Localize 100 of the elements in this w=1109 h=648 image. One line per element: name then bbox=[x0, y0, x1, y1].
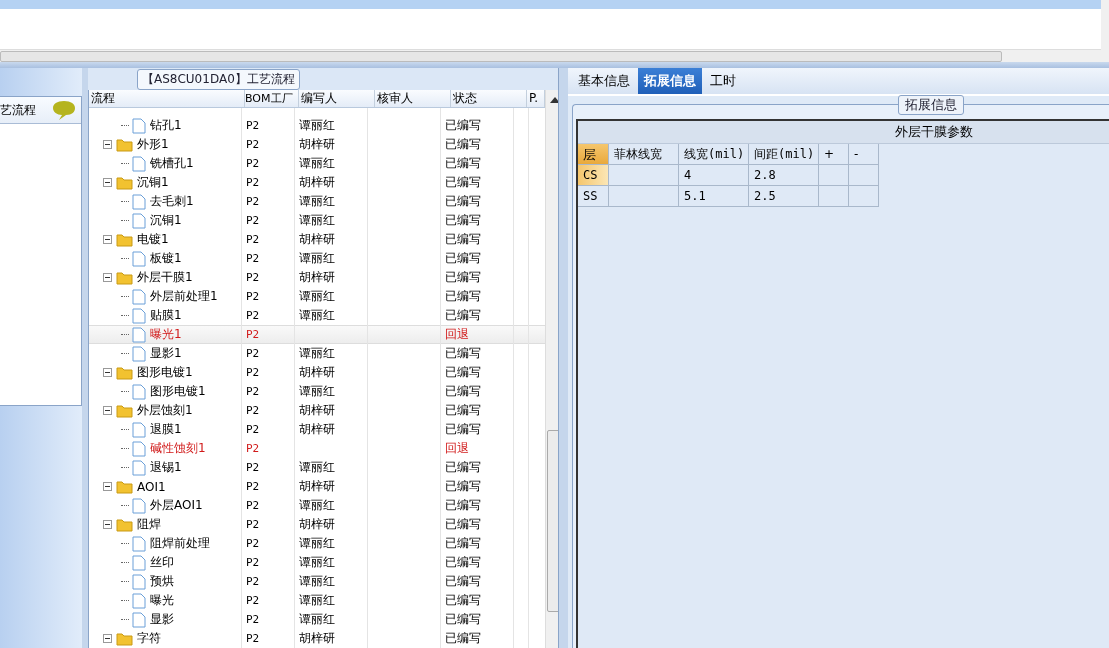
column-header[interactable]: 流程 bbox=[89, 90, 245, 107]
table-cell[interactable]: 4 bbox=[679, 165, 749, 186]
folder-icon bbox=[116, 270, 133, 285]
tree-label: 贴膜1 bbox=[150, 307, 182, 324]
tree-row[interactable]: 外层蚀刻1 P2 胡梓研 已编写 bbox=[89, 401, 545, 420]
table-cell: 已编写 bbox=[445, 573, 481, 590]
column-header[interactable]: + bbox=[819, 144, 849, 165]
tree-label: 曝光 bbox=[150, 592, 174, 609]
tree-row[interactable]: 钻孔1 P2 谭丽红 已编写 bbox=[89, 116, 545, 135]
tree-label: 钻孔1 bbox=[150, 117, 182, 134]
tree-row[interactable]: 曝光 P2 谭丽红 已编写 bbox=[89, 591, 545, 610]
vertical-scrollbar[interactable] bbox=[545, 90, 558, 648]
table-cell: 胡梓研 bbox=[299, 402, 335, 419]
tree-row[interactable]: 字符 P2 胡梓研 已编写 bbox=[89, 629, 545, 648]
tree-row[interactable]: 去毛刺1 P2 谭丽红 已编写 bbox=[89, 192, 545, 211]
document-icon bbox=[132, 193, 146, 210]
collapse-icon[interactable] bbox=[103, 368, 112, 377]
column-header[interactable]: 线宽(mil) bbox=[679, 144, 749, 165]
table-cell: P2 bbox=[246, 214, 260, 227]
column-header[interactable]: 状态 bbox=[451, 90, 527, 107]
tree-row[interactable]: 外层前处理1 P2 谭丽红 已编写 bbox=[89, 287, 545, 306]
tab[interactable]: 拓展信息 bbox=[638, 68, 702, 94]
tree-label: 曝光1 bbox=[150, 326, 182, 343]
tree-row[interactable]: 碱性蚀刻1 P2 回退 bbox=[89, 439, 545, 458]
tree-label: 外层干膜1 bbox=[137, 269, 193, 286]
folder-icon bbox=[116, 631, 133, 646]
column-header[interactable]: - bbox=[849, 144, 879, 165]
tree-row[interactable]: 沉铜1 P2 谭丽红 已编写 bbox=[89, 211, 545, 230]
tab[interactable]: 基本信息 bbox=[572, 68, 636, 94]
table-cell[interactable]: 2.8 bbox=[749, 165, 819, 186]
tree-row[interactable]: 图形电镀1 P2 谭丽红 已编写 bbox=[89, 382, 545, 401]
tab[interactable]: 工时 bbox=[704, 68, 742, 94]
tree-row[interactable]: 退锡1 P2 谭丽红 已编写 bbox=[89, 458, 545, 477]
column-header[interactable]: BOM工厂 bbox=[245, 90, 299, 107]
tree-label: 字符 bbox=[137, 630, 161, 647]
tree-row[interactable]: 外形1 P2 胡梓研 已编写 bbox=[89, 135, 545, 154]
collapse-icon[interactable] bbox=[103, 520, 112, 529]
speech-bubble-icon[interactable] bbox=[51, 99, 77, 121]
horizontal-scrollbar[interactable] bbox=[0, 49, 1101, 62]
tree-row[interactable]: 铣槽孔1 P2 谭丽红 已编写 bbox=[89, 154, 545, 173]
table-cell[interactable]: 5.1 bbox=[679, 186, 749, 207]
panel-title: 艺流程 bbox=[0, 101, 36, 119]
tree-row[interactable]: 丝印 P2 谭丽红 已编写 bbox=[89, 553, 545, 572]
column-header[interactable]: 层 bbox=[578, 144, 609, 165]
tree-row[interactable]: 显影1 P2 谭丽红 已编写 bbox=[89, 344, 545, 363]
collapse-icon[interactable] bbox=[103, 406, 112, 415]
tree-row[interactable]: 沉铜1 P2 胡梓研 已编写 bbox=[89, 173, 545, 192]
column-header[interactable]: 菲林线宽 bbox=[609, 144, 679, 165]
collapse-icon[interactable] bbox=[103, 235, 112, 244]
scroll-up-icon[interactable] bbox=[549, 96, 558, 103]
tree-row[interactable]: 阻焊前处理 P2 谭丽红 已编写 bbox=[89, 534, 545, 553]
column-header[interactable]: 间距(mil) bbox=[749, 144, 819, 165]
tree-row[interactable]: 预烘 P2 谭丽红 已编写 bbox=[89, 572, 545, 591]
table-cell: 已编写 bbox=[445, 554, 481, 571]
table-cell: P2 bbox=[246, 594, 260, 607]
table-cell: 已编写 bbox=[445, 288, 481, 305]
table-cell: 胡梓研 bbox=[299, 136, 335, 153]
table-cell: 已编写 bbox=[445, 592, 481, 609]
collapse-icon[interactable] bbox=[103, 140, 112, 149]
table-cell[interactable]: 2.5 bbox=[749, 186, 819, 207]
table-cell: P2 bbox=[246, 252, 260, 265]
folder-icon bbox=[116, 479, 133, 494]
splitter[interactable] bbox=[0, 62, 1109, 68]
tree-row[interactable]: 外层干膜1 P2 胡梓研 已编写 bbox=[89, 268, 545, 287]
column-header[interactable]: 编写人 bbox=[299, 90, 375, 107]
tree-row[interactable]: 外层AOI1 P2 谭丽红 已编写 bbox=[89, 496, 545, 515]
tree-row[interactable]: 板镀1 P2 谭丽红 已编写 bbox=[89, 249, 545, 268]
table-cell: 已编写 bbox=[445, 212, 481, 229]
table-title: 外层干膜参数 bbox=[578, 121, 1109, 144]
tree-row[interactable]: 曝光1 P2 回退 bbox=[89, 325, 545, 344]
tree-row[interactable]: 退膜1 P2 胡梓研 已编写 bbox=[89, 420, 545, 439]
tree-row[interactable]: 图形电镀1 P2 胡梓研 已编写 bbox=[89, 363, 545, 382]
tree-label: 外层前处理1 bbox=[150, 288, 218, 305]
table-cell: P2 bbox=[246, 423, 260, 436]
tree-row[interactable]: 电镀1 P2 胡梓研 已编写 bbox=[89, 230, 545, 249]
table-cell: 谭丽红 bbox=[299, 193, 335, 210]
document-icon bbox=[132, 421, 146, 438]
tree-row[interactable]: 阻焊 P2 胡梓研 已编写 bbox=[89, 515, 545, 534]
row-header[interactable]: SS bbox=[578, 186, 609, 207]
document-icon bbox=[132, 117, 146, 134]
table-cell: 已编写 bbox=[445, 364, 481, 381]
table-cell: 已编写 bbox=[445, 421, 481, 438]
table-cell: P2 bbox=[246, 157, 260, 170]
row-header[interactable]: CS bbox=[578, 165, 609, 186]
collapse-icon[interactable] bbox=[103, 482, 112, 491]
table-cell: 谭丽红 bbox=[299, 459, 335, 476]
collapse-icon[interactable] bbox=[103, 178, 112, 187]
group-title: 拓展信息 bbox=[898, 95, 964, 115]
collapse-icon[interactable] bbox=[103, 273, 112, 282]
document-icon bbox=[132, 307, 146, 324]
table-cell: P2 bbox=[246, 309, 260, 322]
column-header[interactable]: 核审人 bbox=[375, 90, 451, 107]
tree-label: 外层蚀刻1 bbox=[137, 402, 193, 419]
table-cell: 谭丽红 bbox=[299, 212, 335, 229]
table-cell: 谭丽红 bbox=[299, 307, 335, 324]
tree-row[interactable]: AOI1 P2 胡梓研 已编写 bbox=[89, 477, 545, 496]
tree-row[interactable]: 显影 P2 谭丽红 已编写 bbox=[89, 610, 545, 629]
scroll-thumb[interactable] bbox=[547, 430, 558, 612]
collapse-icon[interactable] bbox=[103, 634, 112, 643]
table-cell: P2 bbox=[246, 271, 260, 284]
